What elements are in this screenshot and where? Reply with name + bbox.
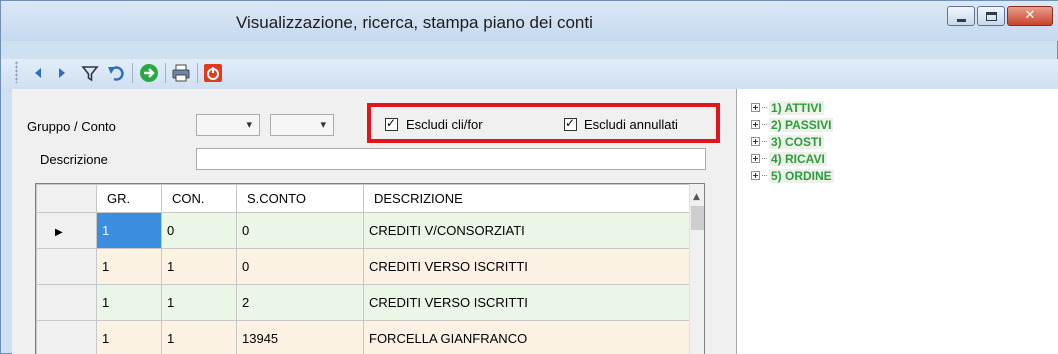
- row-selector[interactable]: [36, 248, 97, 285]
- cell-descrizione[interactable]: CREDITI V/CONSORZIATI: [363, 212, 692, 249]
- accounts-grid[interactable]: GR. CON. S.CONTO DESCRIZIONE ▶ 1 0 0 CRE: [35, 183, 705, 354]
- vertical-scrollbar[interactable]: ▲: [689, 184, 704, 354]
- group-label: Gruppo / Conto: [27, 119, 116, 134]
- column-header-sconto[interactable]: S.CONTO: [236, 184, 364, 213]
- scrollbar-thumb[interactable]: [691, 206, 704, 230]
- go-icon[interactable]: [138, 62, 160, 84]
- filter-panel: Gruppo / Conto ▾ ▾ ✓ Escludi cli/for ✓ E…: [12, 89, 725, 354]
- check-icon: ✓: [386, 116, 397, 130]
- row-selector[interactable]: ▶: [36, 212, 97, 249]
- row-selector[interactable]: [36, 320, 97, 354]
- tree-connector: [762, 107, 767, 108]
- cell-sconto[interactable]: 2: [236, 284, 364, 321]
- tree-connector: [762, 141, 767, 142]
- cell-gr[interactable]: 1: [96, 320, 162, 354]
- description-label: Descrizione: [40, 152, 108, 167]
- close-button[interactable]: ✕: [1007, 6, 1053, 26]
- power-icon[interactable]: [202, 62, 224, 84]
- cell-sconto[interactable]: 0: [236, 248, 364, 285]
- undo-icon[interactable]: [105, 62, 127, 84]
- expand-icon[interactable]: [751, 120, 760, 129]
- main-window: Visualizzazione, ricerca, stampa piano d…: [0, 0, 1058, 354]
- expand-icon[interactable]: [751, 137, 760, 146]
- column-header-gr[interactable]: GR.: [96, 184, 162, 213]
- scroll-up-icon[interactable]: ▲: [693, 192, 700, 202]
- table-row[interactable]: ▶ 1 0 0 CREDITI V/CONSORZIATI: [36, 212, 692, 249]
- accounts-tree-panel: 1) ATTIVI 2) PASSIVI 3) COSTI 4) RICAVI …: [736, 89, 1058, 354]
- exclude-cancelled-checkbox[interactable]: ✓: [564, 116, 577, 131]
- cell-con[interactable]: 1: [161, 284, 237, 321]
- exclude-options-highlight: ✓ Escludi cli/for ✓ Escludi annullati: [367, 103, 720, 143]
- accounts-tree: 1) ATTIVI 2) PASSIVI 3) COSTI 4) RICAVI …: [751, 99, 834, 184]
- arrow-right-icon[interactable]: [51, 62, 73, 84]
- cell-descrizione[interactable]: CREDITI VERSO ISCRITTI: [363, 284, 692, 321]
- check-icon: ✓: [565, 116, 576, 130]
- tree-item-label[interactable]: 2) PASSIVI: [769, 117, 834, 132]
- tree-item-label[interactable]: 5) ORDINE: [769, 168, 834, 183]
- minimize-button[interactable]: [947, 6, 975, 26]
- arrow-left-icon[interactable]: [27, 62, 49, 84]
- current-row-icon: ▶: [55, 227, 63, 238]
- exclude-cancelled-label[interactable]: Escludi annullati: [584, 117, 678, 132]
- tree-item-ricavi[interactable]: 4) RICAVI: [751, 150, 834, 167]
- tree-item-attivi[interactable]: 1) ATTIVI: [751, 99, 834, 116]
- table-header-row: GR. CON. S.CONTO DESCRIZIONE: [36, 184, 692, 213]
- expand-icon[interactable]: [751, 103, 760, 112]
- close-icon: ✕: [1024, 8, 1036, 23]
- chevron-down-icon: ▾: [246, 118, 252, 131]
- exclude-clients-label[interactable]: Escludi cli/for: [406, 117, 483, 132]
- table-row[interactable]: 1 1 2 CREDITI VERSO ISCRITTI: [36, 284, 692, 321]
- expand-icon[interactable]: [751, 154, 760, 163]
- cell-descrizione[interactable]: FORCELLA GIANFRANCO: [363, 320, 692, 354]
- maximize-button[interactable]: [977, 6, 1005, 26]
- toolbar: [1, 59, 1058, 89]
- column-header-con[interactable]: CON.: [161, 184, 237, 213]
- tree-connector: [762, 175, 767, 176]
- cell-sconto[interactable]: 13945: [236, 320, 364, 354]
- table-row[interactable]: 1 1 13945 FORCELLA GIANFRANCO: [36, 320, 692, 354]
- tree-item-label[interactable]: 1) ATTIVI: [769, 100, 824, 115]
- cell-con[interactable]: 1: [161, 320, 237, 354]
- minimize-icon: [957, 19, 966, 22]
- tree-item-ordine[interactable]: 5) ORDINE: [751, 167, 834, 184]
- expand-icon[interactable]: [751, 171, 760, 180]
- cell-gr[interactable]: 1: [96, 284, 162, 321]
- column-header-descrizione[interactable]: DESCRIZIONE: [363, 184, 692, 213]
- toolbar-separator: [165, 63, 166, 83]
- print-icon[interactable]: [170, 62, 192, 84]
- title-bar: Visualizzazione, ricerca, stampa piano d…: [1, 1, 1058, 41]
- cell-con[interactable]: 0: [161, 212, 237, 249]
- tree-item-costi[interactable]: 3) COSTI: [751, 133, 834, 150]
- tree-item-label[interactable]: 3) COSTI: [769, 134, 824, 149]
- description-input[interactable]: [196, 148, 706, 170]
- chevron-down-icon: ▾: [320, 118, 326, 131]
- maximize-icon: [986, 12, 997, 21]
- cell-gr[interactable]: 1: [96, 248, 162, 285]
- group-select[interactable]: ▾: [196, 114, 260, 136]
- toolbar-separator: [132, 63, 133, 83]
- row-selector[interactable]: [36, 284, 97, 321]
- tree-connector: [762, 124, 767, 125]
- row-header-corner: [36, 184, 97, 213]
- cell-sconto[interactable]: 0: [236, 212, 364, 249]
- cell-descrizione[interactable]: CREDITI VERSO ISCRITTI: [363, 248, 692, 285]
- content-area: Gruppo / Conto ▾ ▾ ✓ Escludi cli/for ✓ E…: [12, 89, 1058, 354]
- accounts-table: GR. CON. S.CONTO DESCRIZIONE ▶ 1 0 0 CRE: [36, 184, 692, 354]
- account-select[interactable]: ▾: [270, 114, 334, 136]
- window-controls: ✕: [947, 6, 1053, 26]
- tree-connector: [762, 158, 767, 159]
- cell-con[interactable]: 1: [161, 248, 237, 285]
- filter-icon[interactable]: [79, 62, 101, 84]
- exclude-clients-checkbox[interactable]: ✓: [385, 116, 398, 131]
- window-title: Visualizzazione, ricerca, stampa piano d…: [236, 13, 593, 32]
- toolbar-grip[interactable]: [15, 61, 18, 83]
- tree-item-label[interactable]: 4) RICAVI: [769, 151, 827, 166]
- toolbar-separator: [197, 63, 198, 83]
- table-row[interactable]: 1 1 0 CREDITI VERSO ISCRITTI: [36, 248, 692, 285]
- cell-gr[interactable]: 1: [96, 212, 162, 249]
- tree-item-passivi[interactable]: 2) PASSIVI: [751, 116, 834, 133]
